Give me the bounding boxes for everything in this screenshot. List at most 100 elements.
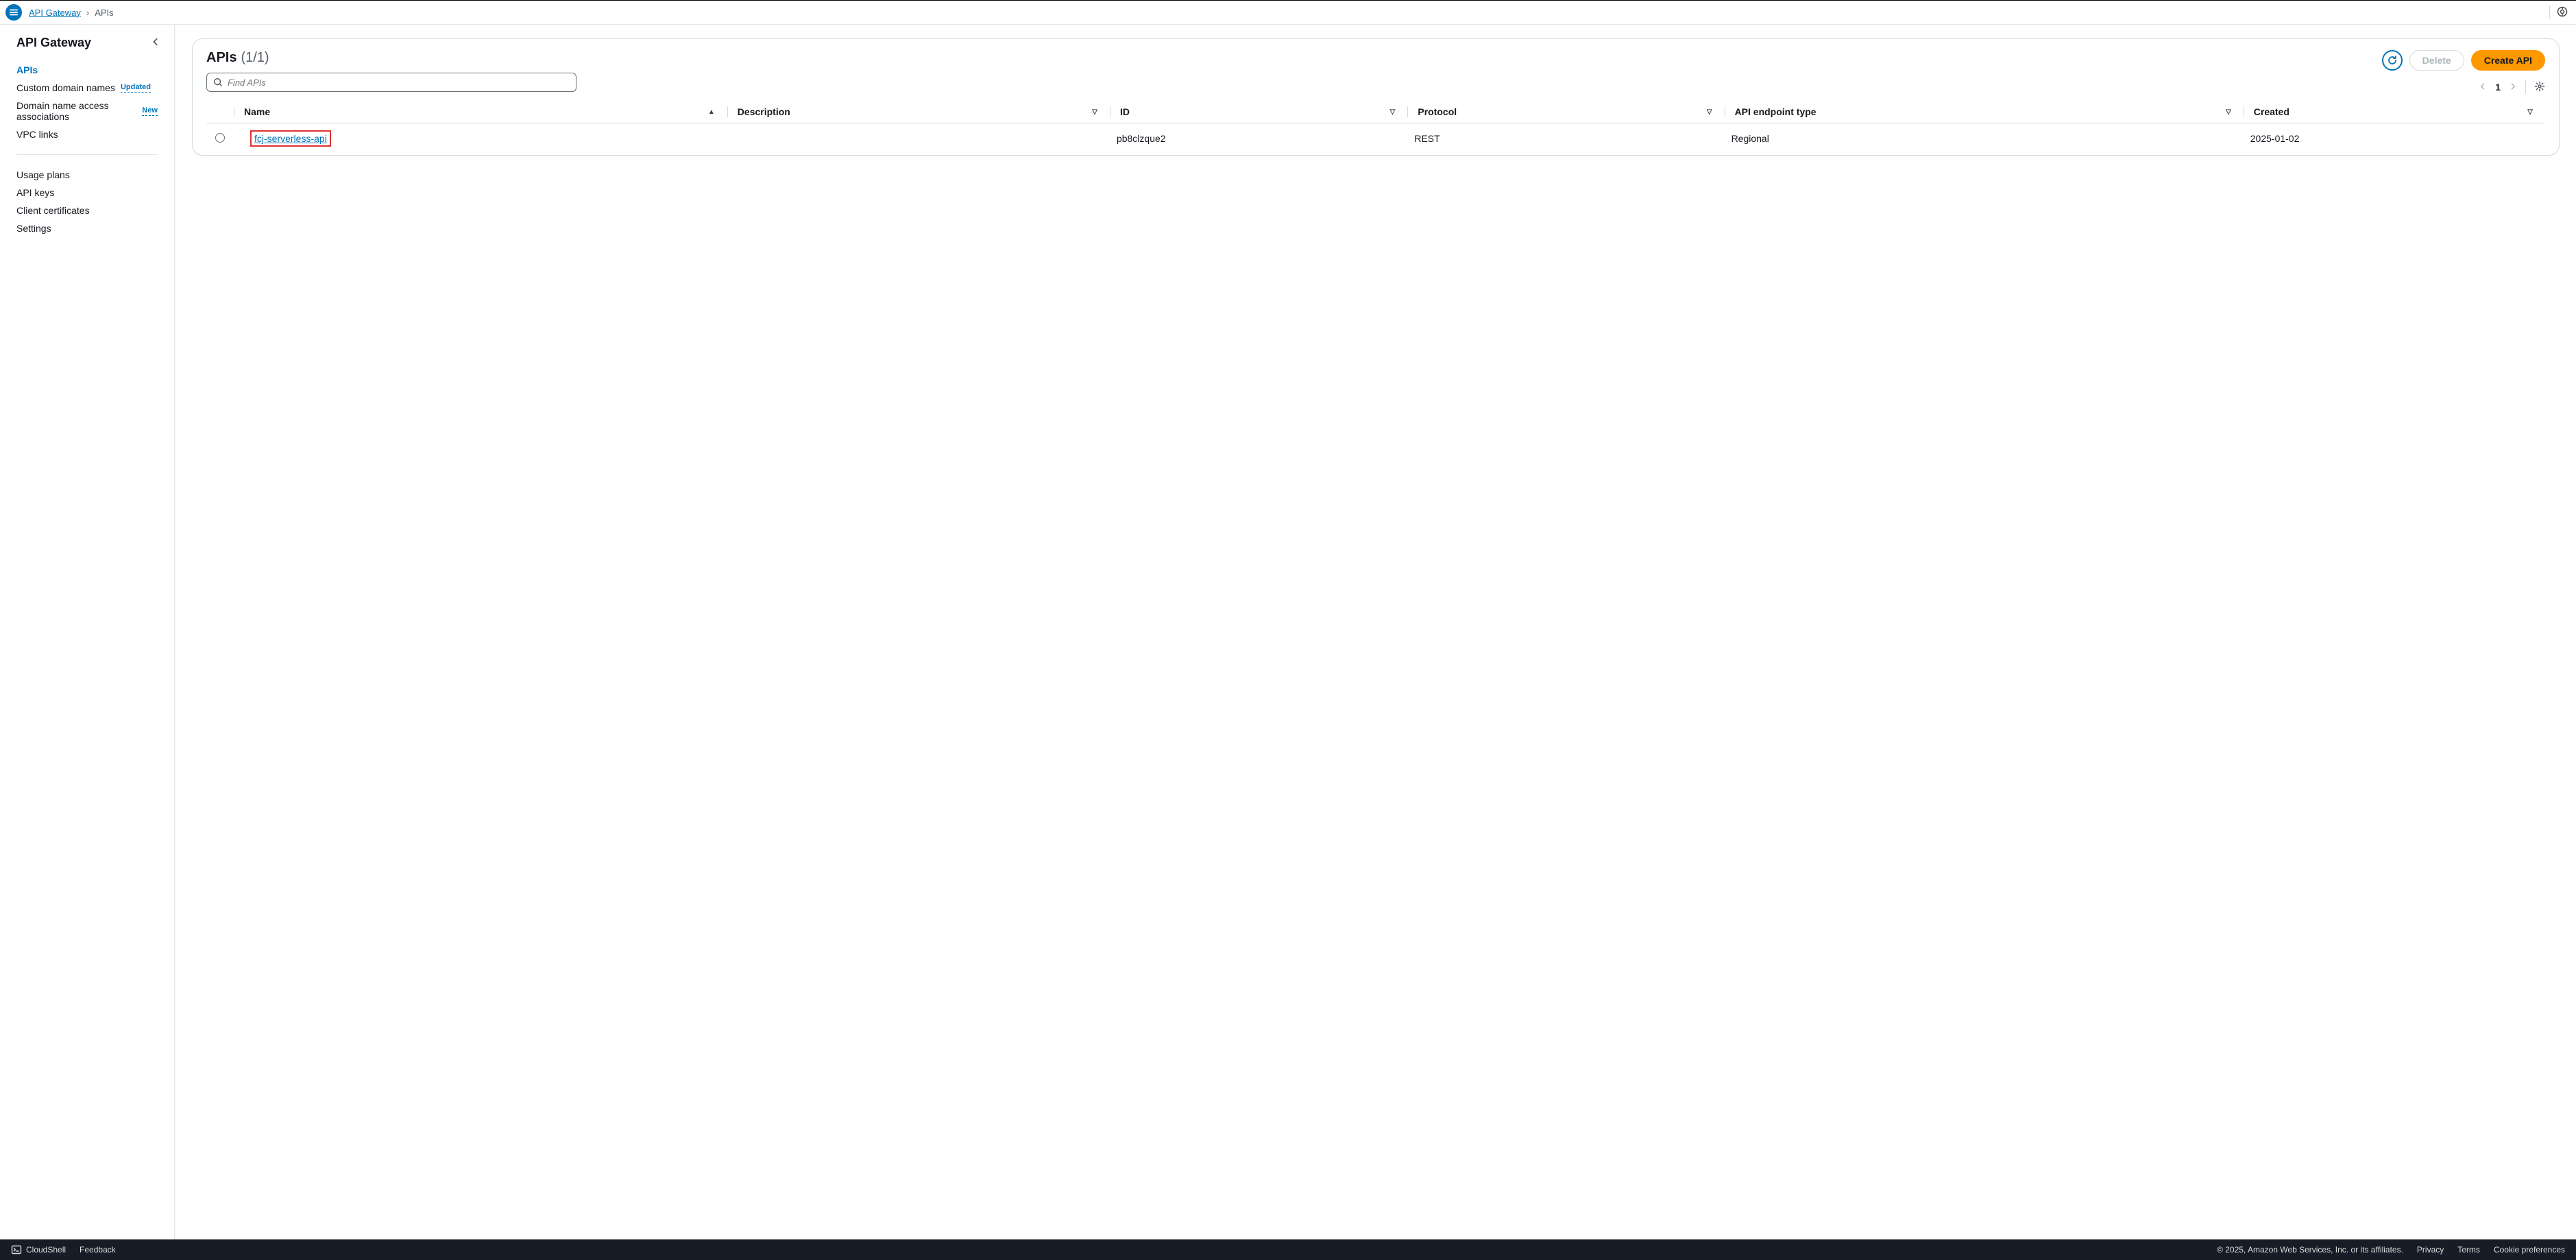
- sort-icon: ▽: [2226, 108, 2231, 116]
- panel-title: APIs (1/1): [206, 50, 269, 66]
- row-select-cell: [206, 123, 234, 156]
- col-select: [206, 101, 234, 123]
- sidebar-item-domain-name-access[interactable]: Domain name access associations New: [0, 97, 174, 125]
- copyright-text: © 2025, Amazon Web Services, Inc. or its…: [2217, 1245, 2403, 1255]
- sidebar-item-custom-domain-names[interactable]: Custom domain names Updated: [0, 79, 174, 97]
- chevron-left-icon: [2479, 82, 2487, 90]
- sidebar-item-label: VPC links: [16, 129, 58, 140]
- menu-button[interactable]: [5, 4, 22, 21]
- divider: [2525, 80, 2526, 94]
- top-bar: API Gateway › APIs: [0, 0, 2576, 25]
- col-id[interactable]: ID ▽: [1110, 101, 1407, 123]
- sidebar-title: API Gateway: [16, 36, 91, 50]
- badge-new: New: [142, 106, 158, 116]
- col-label: Created: [2254, 106, 2289, 117]
- footer-left: CloudShell Feedback: [11, 1244, 116, 1255]
- sort-icon: ▽: [1092, 108, 1097, 116]
- col-name[interactable]: Name ▲: [234, 101, 727, 123]
- help-icon[interactable]: [2557, 6, 2568, 19]
- search-input[interactable]: [206, 73, 576, 92]
- hamburger-icon: [9, 8, 19, 17]
- feedback-link[interactable]: Feedback: [80, 1245, 116, 1255]
- col-protocol[interactable]: Protocol ▽: [1407, 101, 1724, 123]
- cloudshell-icon: [11, 1244, 22, 1255]
- panel-title-text: APIs: [206, 50, 236, 66]
- col-label: Description: [738, 106, 790, 117]
- panel-header-left: APIs (1/1): [206, 50, 2371, 92]
- sidebar-item-settings[interactable]: Settings: [0, 219, 174, 237]
- next-page-button[interactable]: [2509, 82, 2517, 93]
- create-api-button[interactable]: Create API: [2471, 50, 2545, 71]
- sidebar-item-apis[interactable]: APIs: [0, 61, 174, 79]
- row-radio[interactable]: [215, 133, 225, 143]
- breadcrumb-current: APIs: [95, 8, 113, 18]
- table-head-row: Name ▲ Description ▽: [206, 101, 2545, 123]
- sidebar-item-label: Client certificates: [16, 205, 90, 216]
- pagination: 1: [2382, 80, 2545, 94]
- terms-link[interactable]: Terms: [2457, 1245, 2480, 1255]
- panel-actions: Delete Create API: [2382, 50, 2545, 71]
- col-label: API endpoint type: [1735, 106, 1816, 117]
- search-wrap: [206, 73, 576, 92]
- row-endpoint-cell: Regional: [1725, 123, 2244, 156]
- row-id-cell: pb8clzque2: [1110, 123, 1407, 156]
- col-label: Protocol: [1418, 106, 1457, 117]
- row-highlight: fcj-serverless-api: [250, 130, 331, 147]
- table-head: Name ▲ Description ▽: [206, 101, 2545, 123]
- main-content: APIs (1/1) Delete: [175, 25, 2576, 1239]
- footer-right: © 2025, Amazon Web Services, Inc. or its…: [2217, 1245, 2565, 1255]
- col-label: Name: [244, 106, 270, 117]
- sidebar-item-api-keys[interactable]: API keys: [0, 184, 174, 202]
- chevron-left-icon: [151, 37, 160, 47]
- sort-icon: ▽: [1390, 108, 1396, 116]
- prev-page-button[interactable]: [2479, 82, 2487, 93]
- row-created-cell: 2025-01-02: [2244, 123, 2545, 156]
- delete-button[interactable]: Delete: [2409, 50, 2464, 71]
- sidebar-item-client-certificates[interactable]: Client certificates: [0, 202, 174, 219]
- sidebar-header: API Gateway: [0, 36, 174, 58]
- sidebar-item-label: Domain name access associations: [16, 100, 136, 122]
- row-description-cell: [727, 123, 1110, 156]
- privacy-link[interactable]: Privacy: [2417, 1245, 2444, 1255]
- panel-header-right: Delete Create API 1: [2382, 50, 2545, 94]
- api-name-link[interactable]: fcj-serverless-api: [254, 133, 327, 144]
- sidebar-item-label: Custom domain names: [16, 82, 115, 93]
- refresh-button[interactable]: [2382, 50, 2403, 71]
- table-settings-button[interactable]: [2534, 81, 2545, 94]
- cloudshell-button[interactable]: CloudShell: [11, 1244, 66, 1255]
- breadcrumb: API Gateway › APIs: [29, 8, 114, 18]
- cloudshell-label: CloudShell: [26, 1245, 66, 1255]
- sort-asc-icon: ▲: [708, 108, 715, 116]
- sidebar-item-usage-plans[interactable]: Usage plans: [0, 166, 174, 184]
- cookie-preferences-link[interactable]: Cookie preferences: [2494, 1245, 2565, 1255]
- sidebar-item-label: Settings: [16, 223, 51, 234]
- page-number: 1: [2495, 82, 2501, 93]
- apis-table: Name ▲ Description ▽: [206, 101, 2545, 155]
- table-row: fcj-serverless-api pb8clzque2 REST Regio…: [206, 123, 2545, 156]
- top-bar-right: [2549, 5, 2568, 19]
- col-label: ID: [1120, 106, 1130, 117]
- col-endpoint-type[interactable]: API endpoint type ▽: [1725, 101, 2244, 123]
- footer: CloudShell Feedback © 2025, Amazon Web S…: [0, 1239, 2576, 1260]
- panel-header: APIs (1/1) Delete: [206, 50, 2545, 94]
- col-description[interactable]: Description ▽: [727, 101, 1110, 123]
- sidebar-divider: [16, 154, 158, 155]
- badge-updated: Updated: [121, 83, 151, 93]
- row-protocol-cell: REST: [1407, 123, 1724, 156]
- sort-icon: ▽: [1707, 108, 1712, 116]
- row-name-cell: fcj-serverless-api: [234, 123, 727, 156]
- sidebar-nav-group-1: APIs Custom domain names Updated Domain …: [0, 58, 174, 146]
- divider: [2549, 5, 2550, 19]
- chevron-right-icon: [2509, 82, 2517, 90]
- chevron-right-icon: ›: [86, 8, 89, 18]
- col-created[interactable]: Created ▽: [2244, 101, 2545, 123]
- sidebar-item-vpc-links[interactable]: VPC links: [0, 125, 174, 143]
- collapse-sidebar-button[interactable]: [151, 37, 160, 49]
- breadcrumb-root-link[interactable]: API Gateway: [29, 8, 81, 18]
- sort-icon: ▽: [2527, 108, 2533, 116]
- table-wrap: Name ▲ Description ▽: [206, 101, 2545, 155]
- table-body: fcj-serverless-api pb8clzque2 REST Regio…: [206, 123, 2545, 156]
- sidebar-item-label: Usage plans: [16, 169, 70, 180]
- sidebar-item-label: APIs: [16, 64, 38, 75]
- sidebar: API Gateway APIs Custom domain names Upd…: [0, 25, 175, 1239]
